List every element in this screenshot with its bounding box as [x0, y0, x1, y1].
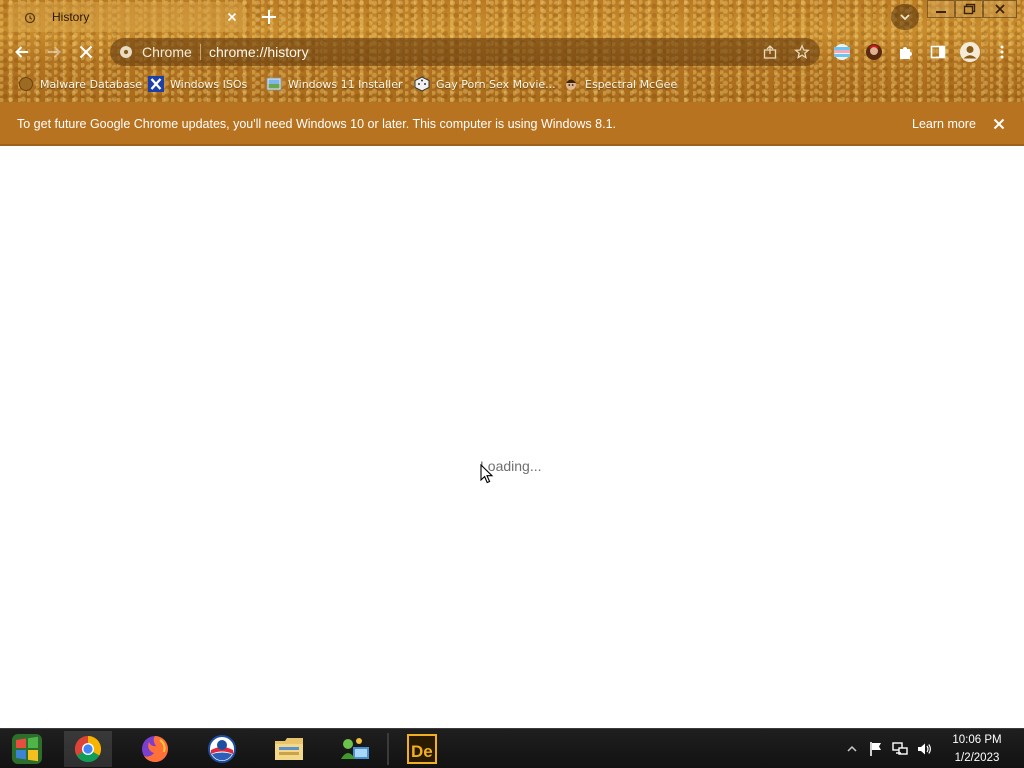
bookmark-gay-porn-sex-movie[interactable]: Gay Porn Sex Movie...: [414, 74, 556, 94]
back-arrow-icon: [15, 46, 28, 58]
browser-frame: History Chrome chrome://history Malware …: [0, 0, 1024, 102]
mouse-pointer-icon: [480, 464, 494, 484]
flag-extension-icon: [834, 44, 850, 60]
taskbar-file-explorer[interactable]: [265, 731, 313, 767]
stop-icon: [79, 45, 93, 59]
taskbar-network-users[interactable]: [331, 731, 379, 767]
network-icon[interactable]: [892, 741, 908, 757]
page-content: Loading...: [0, 147, 1024, 728]
history-icon: [24, 12, 36, 24]
bookmark-label: Espectral McGee: [585, 77, 678, 91]
bookmark-espectral-mcgee[interactable]: Espectral McGee: [563, 74, 677, 94]
update-infobar: To get future Google Chrome updates, you…: [0, 102, 1024, 146]
close-tab-icon[interactable]: [224, 9, 240, 25]
bookmark-windows-isos[interactable]: Windows ISOs: [148, 74, 247, 94]
windows-start-icon: [12, 734, 42, 764]
firefox-icon: [142, 736, 168, 762]
close-infobar-icon[interactable]: [991, 116, 1007, 132]
dice-icon: [414, 76, 430, 92]
folder-icon: [275, 738, 303, 760]
tab-history[interactable]: History: [8, 2, 246, 32]
x-logo-icon: [148, 76, 164, 92]
back-button[interactable]: [10, 40, 34, 64]
minimize-icon: [936, 11, 946, 13]
chrome-icon: [74, 735, 102, 763]
clock-date[interactable]: 1/2/2023: [930, 752, 1024, 764]
puzzle-piece-icon: [900, 47, 912, 59]
taskbar-chrome[interactable]: [64, 731, 112, 767]
taskbar-separator: [387, 733, 389, 765]
obama-logo-icon: [208, 735, 236, 763]
forward-button[interactable]: [42, 40, 66, 64]
image-thumbnail-icon: [266, 77, 282, 91]
extension-flag-button[interactable]: [830, 40, 854, 64]
character-icon: [566, 79, 576, 90]
close-window-button[interactable]: [983, 0, 1017, 18]
close-icon: [995, 4, 1005, 14]
taskbar-firefox[interactable]: [131, 731, 179, 767]
share-icon[interactable]: [762, 44, 778, 60]
bookmark-label: Windows ISOs: [170, 77, 248, 91]
tab-search-button[interactable]: [891, 4, 919, 30]
restore-button[interactable]: [955, 0, 983, 18]
bookmark-malware-database[interactable]: Malware Database: [18, 74, 142, 94]
three-dots-vertical-icon: [1000, 45, 1004, 59]
chevron-down-icon: [900, 14, 910, 21]
profile-avatar-icon: [960, 42, 980, 62]
restore-icon: [963, 3, 976, 15]
tab-title: History: [52, 10, 90, 24]
menu-button[interactable]: [990, 40, 1014, 64]
extension-avatar-button[interactable]: [862, 40, 886, 64]
taskbar: De 10:06 PM 1/2/2023: [0, 728, 1024, 768]
svg-text:De: De: [411, 742, 433, 761]
side-panel-button[interactable]: [926, 40, 950, 64]
taskbar-dreamweaver[interactable]: De: [398, 731, 446, 767]
chrome-logo-icon: [120, 46, 132, 58]
show-hidden-icons-icon[interactable]: [844, 741, 860, 757]
bookmark-label: Gay Porn Sex Movie...: [436, 77, 556, 91]
site-chip: Chrome: [142, 44, 192, 60]
action-center-flag-icon[interactable]: [868, 741, 884, 757]
infobar-message: To get future Google Chrome updates, you…: [17, 117, 616, 131]
users-network-icon: [341, 738, 369, 759]
learn-more-link[interactable]: Learn more: [912, 117, 976, 131]
start-button[interactable]: [3, 731, 51, 767]
clock-time[interactable]: 10:06 PM: [930, 734, 1024, 746]
bookmark-label: Windows 11 Installer: [288, 77, 403, 91]
dreamweaver-logo-icon: De: [407, 734, 437, 764]
profile-button[interactable]: [958, 40, 982, 64]
side-panel-icon: [930, 45, 946, 59]
bookmark-label: Malware Database: [40, 77, 143, 91]
url-text[interactable]: chrome://history: [209, 44, 309, 60]
omnibox-divider: [200, 44, 201, 60]
new-tab-icon[interactable]: [260, 8, 278, 26]
extensions-button[interactable]: [894, 40, 918, 64]
globe-icon: [19, 77, 33, 91]
avatar-extension-icon: [866, 44, 882, 60]
bookmark-windows-11-installer[interactable]: Windows 11 Installer: [266, 74, 403, 94]
address-bar[interactable]: Chrome chrome://history: [110, 38, 820, 66]
stop-loading-button[interactable]: [74, 40, 98, 64]
taskbar-opera[interactable]: [198, 731, 246, 767]
bookmark-star-icon[interactable]: [794, 44, 810, 60]
minimize-button[interactable]: [927, 0, 955, 18]
forward-arrow-icon: [48, 46, 61, 58]
